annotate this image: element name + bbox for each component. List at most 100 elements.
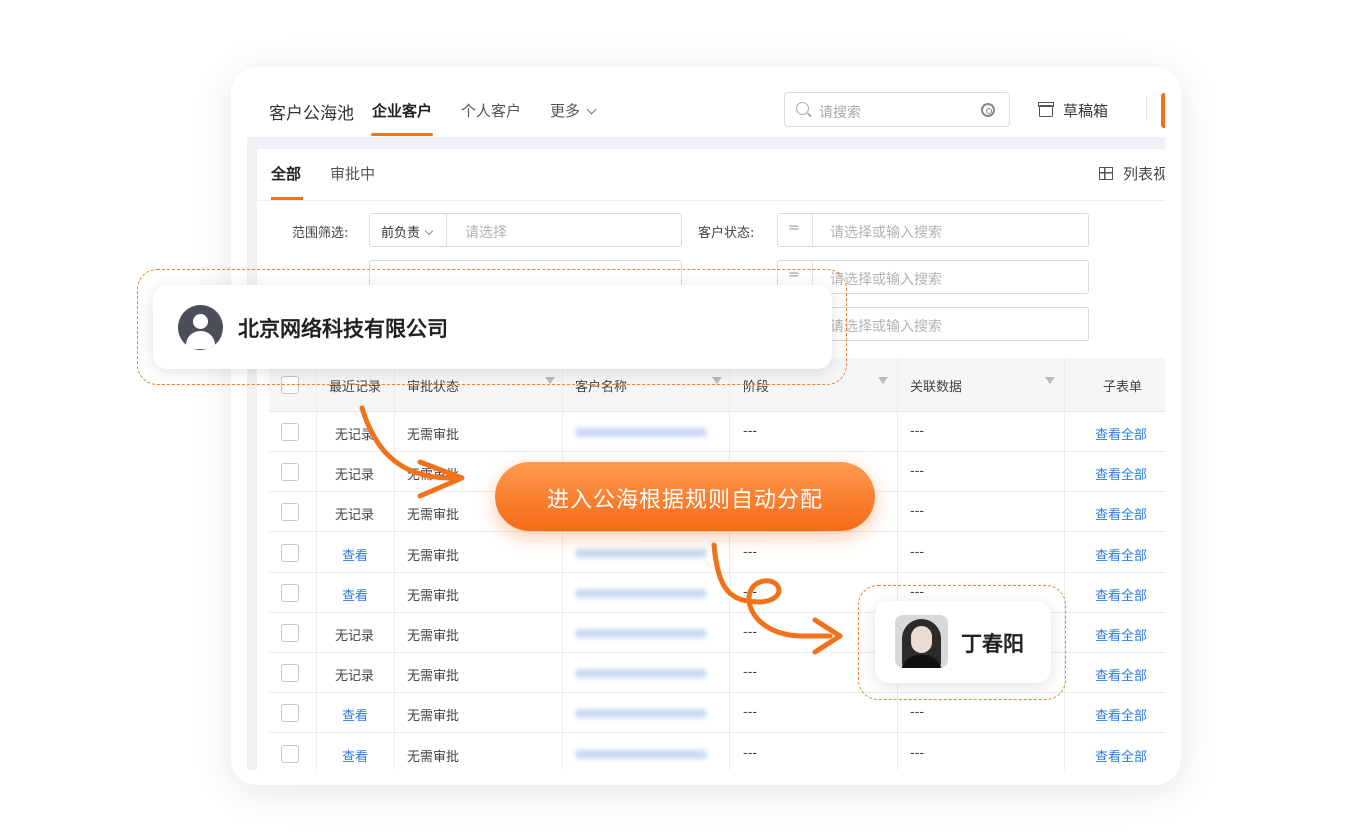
view-all-link[interactable]: 查看全部 [1095, 665, 1147, 684]
assignee-card: 丁春阳 [875, 601, 1051, 683]
filter-icon[interactable] [878, 377, 888, 387]
related-data-cell: --- [910, 464, 925, 480]
customer-name-cell[interactable] [575, 588, 707, 598]
stage-cell: --- [743, 424, 758, 439]
approval-status-cell: 无需审批 [407, 428, 460, 443]
status-filter-field[interactable]: = 请选择或输入搜索 [777, 213, 1089, 247]
table-row[interactable]: 查看 无需审批 --- --- 查看全部 [269, 733, 1165, 770]
nav-title: 客户公海池 [269, 104, 354, 124]
list-view-toggle[interactable]: 列表视 [1099, 163, 1165, 184]
approval-status-cell: 无需审批 [407, 709, 460, 725]
approval-status-cell: 无需审批 [407, 749, 460, 765]
row-checkbox[interactable] [281, 423, 299, 441]
assignee-name: 丁春阳 [961, 632, 1024, 656]
view-all-link[interactable]: 查看全部 [1095, 746, 1147, 765]
customer-name-cell[interactable] [575, 548, 707, 558]
active-tab-indicator [371, 133, 433, 136]
row-checkbox[interactable] [281, 744, 299, 763]
row-checkbox[interactable] [281, 704, 299, 723]
row-checkbox[interactable] [281, 583, 299, 602]
tab-personal-customers[interactable]: 个人客户 [461, 100, 521, 121]
customer-name-cell[interactable] [575, 749, 707, 759]
view-all-link[interactable]: 查看全部 [1095, 585, 1147, 604]
tab-enterprise-customers[interactable]: 企业客户 [372, 100, 432, 121]
chevron-down-icon [586, 104, 597, 115]
row-checkbox[interactable] [281, 503, 299, 522]
view-all-link[interactable]: 查看全部 [1095, 545, 1147, 564]
view-all-link[interactable]: 查看全部 [1095, 464, 1147, 483]
view-all-link[interactable]: 查看全部 [1095, 625, 1147, 644]
table-view-icon [1099, 167, 1113, 180]
stage-cell: --- [743, 705, 758, 721]
related-data-cell: --- [910, 504, 925, 520]
list-view-label: 列表视 [1123, 165, 1165, 183]
recent-record-cell[interactable]: 查看 [342, 705, 368, 724]
recent-record-cell: 无记录 [335, 669, 375, 685]
operator-select[interactable]: = [778, 214, 813, 246]
gear-icon[interactable] [981, 103, 995, 117]
tab-more-label: 更多 [550, 102, 581, 120]
draft-box-button[interactable]: 草稿箱 [1038, 100, 1109, 121]
column-divider [316, 358, 317, 770]
approval-status-cell: 无需审批 [407, 548, 460, 564]
customer-name-cell[interactable] [575, 428, 707, 437]
view-all-link[interactable]: 查看全部 [1095, 504, 1147, 523]
stage-cell: --- [743, 544, 758, 560]
view-all-link[interactable]: 查看全部 [1095, 705, 1147, 724]
subtab-all[interactable]: 全部 [271, 163, 301, 184]
stage-cell: --- [743, 745, 758, 761]
divider [257, 200, 1165, 201]
recent-record-cell[interactable]: 查看 [342, 746, 368, 765]
draft-box-label: 草稿箱 [1063, 102, 1109, 120]
scope-prefix-select[interactable]: 前负责 [370, 214, 447, 246]
row-checkbox[interactable] [281, 543, 299, 562]
search-input[interactable]: 请搜索 [784, 92, 1010, 127]
chevron-down-icon [424, 226, 434, 236]
stage-cell: --- [743, 625, 758, 640]
column-divider [394, 358, 395, 770]
tab-more[interactable]: 更多 [550, 100, 597, 121]
subtab-pending-approval[interactable]: 审批中 [330, 163, 375, 184]
row-checkbox[interactable] [281, 463, 299, 482]
recent-record-cell[interactable]: 查看 [342, 545, 368, 564]
column-divider [729, 358, 730, 770]
customer-name-cell[interactable] [575, 629, 707, 638]
primary-button-edge[interactable] [1161, 93, 1165, 128]
search-placeholder: 请搜索 [819, 105, 861, 121]
related-data-cell: --- [910, 424, 925, 439]
auto-assign-label: 进入公海根据规则自动分配 [546, 488, 823, 513]
auto-assign-badge: 进入公海根据规则自动分配 [495, 462, 875, 531]
top-nav: 客户公海池 企业客户 个人客户 更多 请搜索 草稿箱 [247, 67, 1165, 137]
recent-record-cell: 无记录 [335, 629, 375, 644]
row-checkbox[interactable] [281, 664, 299, 683]
column-header-subform[interactable]: 子表单 [1103, 376, 1142, 395]
recent-record-cell: 无记录 [335, 468, 375, 484]
search-icon [796, 102, 809, 115]
approval-status-cell: 无需审批 [407, 588, 460, 604]
customer-name-cell[interactable] [575, 709, 707, 719]
row-checkbox[interactable] [281, 624, 299, 642]
divider [1146, 97, 1147, 121]
scope-filter-field[interactable]: 前负责 请选择 [369, 213, 682, 247]
filter-icon[interactable] [1045, 377, 1055, 387]
table-row[interactable]: 查看 无需审批 --- --- 查看全部 [269, 532, 1165, 573]
company-name: 北京网络科技有限公司 [238, 317, 448, 341]
archive-icon [1038, 102, 1054, 117]
table-row[interactable]: 无记录 无需审批 --- --- 查看全部 [269, 412, 1165, 452]
view-all-link[interactable]: 查看全部 [1095, 424, 1147, 443]
approval-status-cell: 无需审批 [407, 468, 460, 484]
equals-operator: = [788, 220, 800, 236]
scope-filter-label: 范围筛选: [292, 226, 349, 241]
column-divider [897, 358, 898, 770]
column-header-related-data[interactable]: 关联数据 [910, 376, 962, 395]
customer-name-cell[interactable] [575, 669, 707, 679]
recent-record-cell[interactable]: 查看 [342, 585, 368, 604]
recent-record-cell: 无记录 [335, 508, 375, 524]
column-divider [562, 358, 563, 770]
user-avatar-icon [178, 305, 223, 350]
scope-prefix-label: 前负责 [381, 226, 421, 241]
column-divider [1064, 358, 1065, 770]
related-data-cell: --- [910, 544, 925, 560]
status-placeholder: 请选择或输入搜索 [830, 225, 942, 241]
company-card: 北京网络科技有限公司 [153, 285, 832, 369]
